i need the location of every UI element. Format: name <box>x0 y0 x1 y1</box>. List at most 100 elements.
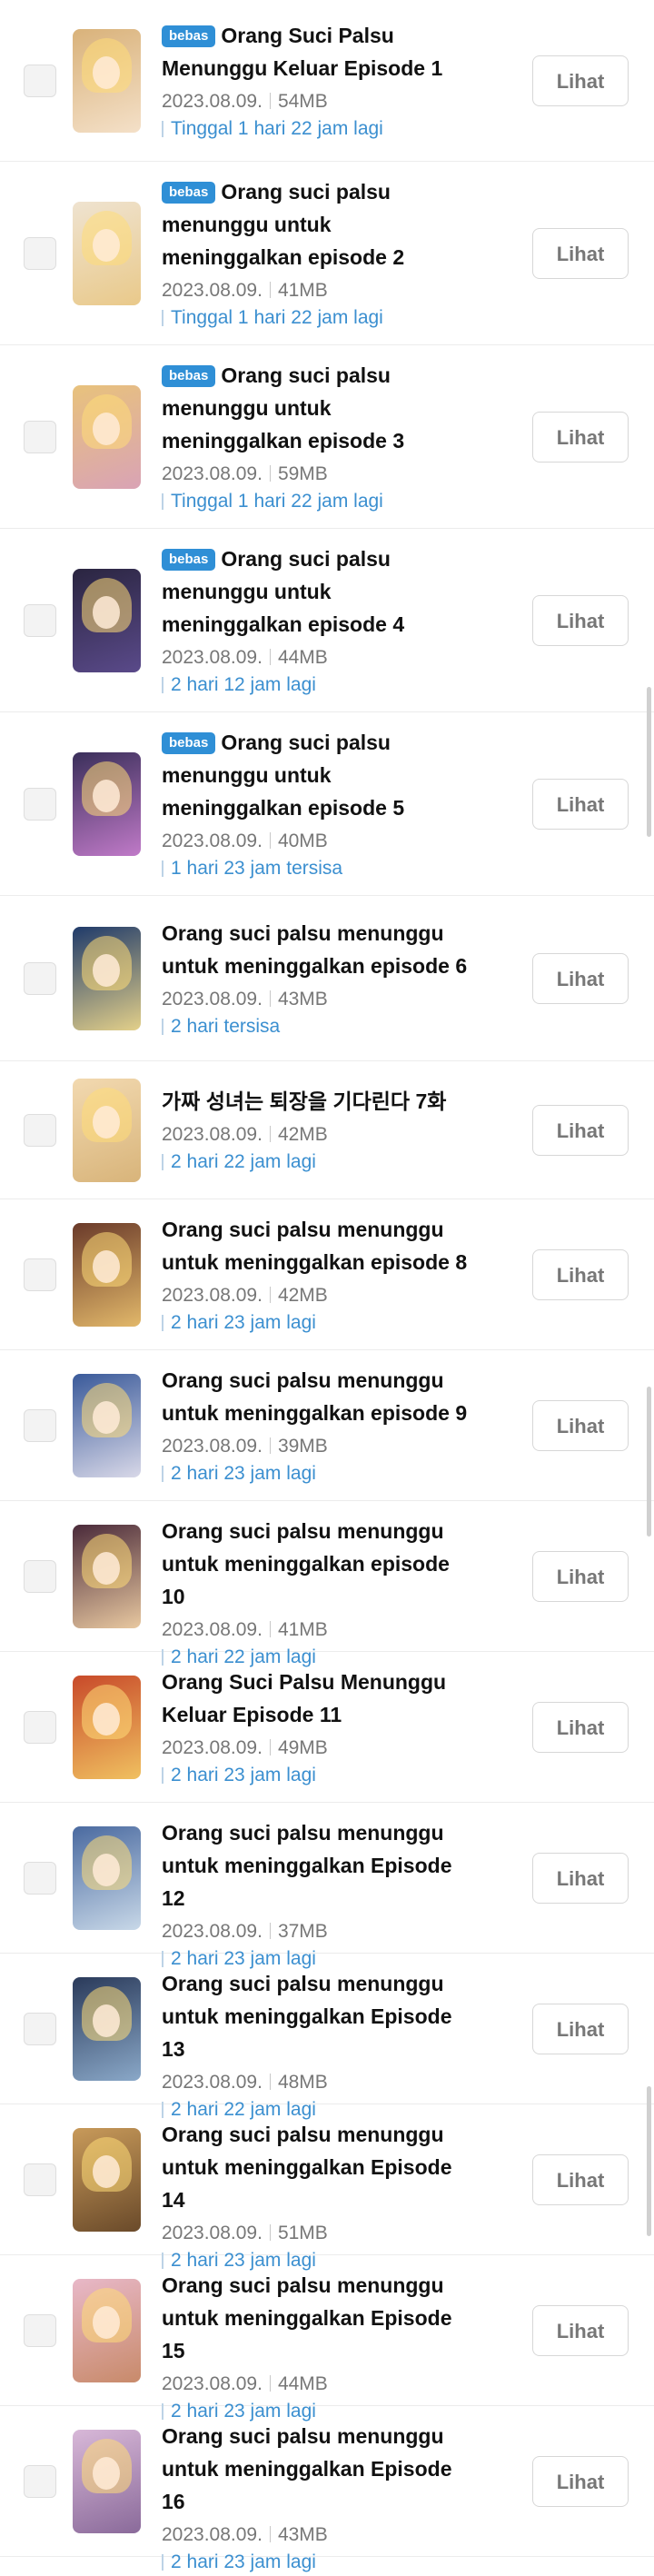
episode-row[interactable]: bebas Orang suci palsu menunggu untuk men… <box>0 345 654 529</box>
episode-title[interactable]: Orang suci palsu menunggu untuk meningga… <box>162 1515 471 1613</box>
episode-checkbox[interactable] <box>24 2465 56 2498</box>
episode-checkbox[interactable] <box>24 962 56 995</box>
view-button[interactable]: Lihat <box>532 1551 629 1602</box>
view-button[interactable]: Lihat <box>532 1105 629 1156</box>
episode-row[interactable]: bebas Orang suci palsu menunggu untuk men… <box>0 162 654 345</box>
episode-thumbnail[interactable] <box>73 29 141 133</box>
episode-row[interactable]: Orang suci palsu menunggu untuk meningga… <box>0 896 654 1061</box>
episode-title[interactable]: Orang suci palsu menunggu untuk meningga… <box>162 1967 471 2065</box>
episode-row[interactable]: Orang suci palsu menunggu untuk meningga… <box>0 1199 654 1350</box>
episode-title[interactable]: Orang suci palsu menunggu untuk meningga… <box>162 2269 471 2367</box>
episode-checkbox[interactable] <box>24 2013 56 2045</box>
episode-title[interactable]: Orang suci palsu menunggu untuk meningga… <box>162 1364 471 1429</box>
episode-checkbox[interactable] <box>24 421 56 453</box>
view-button[interactable]: Lihat <box>532 2305 629 2356</box>
episode-thumbnail[interactable] <box>73 1525 141 1628</box>
view-button[interactable]: Lihat <box>532 953 629 1004</box>
episode-title[interactable]: Orang suci palsu menunggu untuk meningga… <box>162 2118 471 2216</box>
episode-checkbox[interactable] <box>24 1711 56 1744</box>
episode-thumbnail[interactable] <box>73 1977 141 2081</box>
episode-checkbox[interactable] <box>24 1258 56 1291</box>
episode-row[interactable]: Orang suci palsu menunggu untuk meningga… <box>0 2406 654 2572</box>
view-button[interactable]: Lihat <box>532 1853 629 1904</box>
scrollbar-thumb[interactable] <box>647 687 651 837</box>
episode-row[interactable]: Orang suci palsu menunggu untuk meningga… <box>0 1350 654 1501</box>
episode-thumbnail[interactable] <box>73 1223 141 1327</box>
view-button[interactable]: Lihat <box>532 1702 629 1753</box>
episode-row[interactable]: bebas Orang suci palsu menunggu untuk men… <box>0 529 654 712</box>
view-button[interactable]: Lihat <box>532 228 629 279</box>
episode-checkbox[interactable] <box>24 1862 56 1895</box>
episode-meta: 2023.08.09. 54MB <box>162 88 471 115</box>
episode-row[interactable]: bebas Orang Suci Palsu Menunggu Keluar Ep… <box>0 0 654 162</box>
episode-date: 2023.08.09. <box>162 463 263 484</box>
episode-title[interactable]: bebas Orang Suci Palsu Menunggu Keluar Ep… <box>162 19 471 85</box>
episode-checkbox[interactable] <box>24 2163 56 2196</box>
episode-thumbnail[interactable] <box>73 569 141 672</box>
episode-info: bebas Orang suci palsu menunggu untuk men… <box>162 542 471 699</box>
episode-checkbox[interactable] <box>24 237 56 270</box>
episode-title[interactable]: 가짜 성녀는 퇴장을 기다린다 7화 <box>162 1085 471 1118</box>
view-button[interactable]: Lihat <box>532 1400 629 1451</box>
episode-thumbnail[interactable] <box>73 927 141 1030</box>
episode-row[interactable]: Orang suci palsu menunggu untuk meningga… <box>0 2255 654 2422</box>
episode-row[interactable]: Orang suci palsu menunggu untuk meningga… <box>0 1803 654 1969</box>
episode-row[interactable]: Orang suci palsu menunggu untuk meningga… <box>0 2104 654 2271</box>
episode-thumbnail[interactable] <box>73 1826 141 1930</box>
episode-title[interactable]: bebas Orang suci palsu menunggu untuk men… <box>162 175 471 274</box>
episode-title[interactable]: bebas Orang suci palsu menunggu untuk men… <box>162 542 471 641</box>
episode-checkbox[interactable] <box>24 2314 56 2347</box>
view-button[interactable]: Lihat <box>532 2004 629 2054</box>
episode-checkbox[interactable] <box>24 788 56 821</box>
meta-divider <box>269 1437 271 1454</box>
episode-checkbox[interactable] <box>24 1560 56 1593</box>
episode-thumbnail[interactable] <box>73 385 141 489</box>
episode-size: 51MB <box>277 2223 328 2243</box>
episode-title[interactable]: bebas Orang suci palsu menunggu untuk men… <box>162 726 471 824</box>
episode-date: 2023.08.09. <box>162 91 263 112</box>
episode-title[interactable]: bebas Orang suci palsu menunggu untuk men… <box>162 359 471 457</box>
episode-thumbnail[interactable] <box>73 1079 141 1182</box>
episode-thumbnail[interactable] <box>73 1676 141 1779</box>
episode-thumbnail[interactable] <box>73 202 141 305</box>
episode-title[interactable]: Orang suci palsu menunggu untuk meningga… <box>162 1816 471 1915</box>
view-button[interactable]: Lihat <box>532 779 629 830</box>
remaining-text: Tinggal 1 hari 22 jam lagi <box>171 118 383 139</box>
scrollbar-thumb[interactable] <box>647 2086 651 2236</box>
episode-row[interactable]: Orang Suci Palsu Menunggu Keluar Episode… <box>0 1652 654 1803</box>
scrollbar-thumb[interactable] <box>647 1387 651 1537</box>
episode-title[interactable]: Orang suci palsu menunggu untuk meningga… <box>162 2420 471 2518</box>
view-button[interactable]: Lihat <box>532 595 629 646</box>
episode-title[interactable]: Orang Suci Palsu Menunggu Keluar Episode… <box>162 1666 471 1731</box>
episode-thumbnail[interactable] <box>73 1374 141 1477</box>
remaining-divider <box>162 121 164 137</box>
episode-thumbnail[interactable] <box>73 2128 141 2232</box>
episode-title[interactable]: Orang suci palsu menunggu untuk meningga… <box>162 917 471 982</box>
episode-title-text: Orang suci palsu menunggu untuk meningga… <box>162 1972 452 2061</box>
episode-thumbnail[interactable] <box>73 2430 141 2533</box>
episode-checkbox[interactable] <box>24 1114 56 1147</box>
episode-title-text: 가짜 성녀는 퇴장을 기다린다 7화 <box>162 1089 447 1113</box>
episode-row[interactable]: Orang suci palsu menunggu untuk meningga… <box>0 1501 654 1667</box>
episode-info: Orang suci palsu menunggu untuk meningga… <box>162 1364 471 1487</box>
view-button[interactable]: Lihat <box>532 55 629 106</box>
episode-checkbox[interactable] <box>24 1409 56 1442</box>
view-button[interactable]: Lihat <box>532 1249 629 1300</box>
episode-checkbox[interactable] <box>24 604 56 637</box>
view-button[interactable]: Lihat <box>532 2154 629 2205</box>
view-button[interactable]: Lihat <box>532 412 629 462</box>
meta-divider <box>269 2526 271 2542</box>
episode-row[interactable]: 가짜 성녀는 퇴장을 기다린다 7화 2023.08.09. 42MB 2 hari … <box>0 1061 654 1199</box>
episode-checkbox[interactable] <box>24 65 56 97</box>
episode-title[interactable]: Orang suci palsu menunggu untuk meningga… <box>162 1213 471 1278</box>
episode-size: 39MB <box>277 1436 328 1457</box>
episode-row[interactable]: Orang suci palsu menunggu untuk meningga… <box>0 1954 654 2120</box>
episode-thumbnail[interactable] <box>73 752 141 856</box>
episode-date: 2023.08.09. <box>162 647 263 668</box>
episode-time-remaining: 1 hari 23 jam tersisa <box>162 855 471 882</box>
episode-thumbnail[interactable] <box>73 2279 141 2382</box>
episode-title-text: Orang suci palsu menunggu untuk meningga… <box>162 1519 450 1608</box>
episode-row[interactable]: bebas Orang suci palsu menunggu untuk men… <box>0 712 654 896</box>
remaining-text: 1 hari 23 jam tersisa <box>171 858 343 879</box>
view-button[interactable]: Lihat <box>532 2456 629 2507</box>
